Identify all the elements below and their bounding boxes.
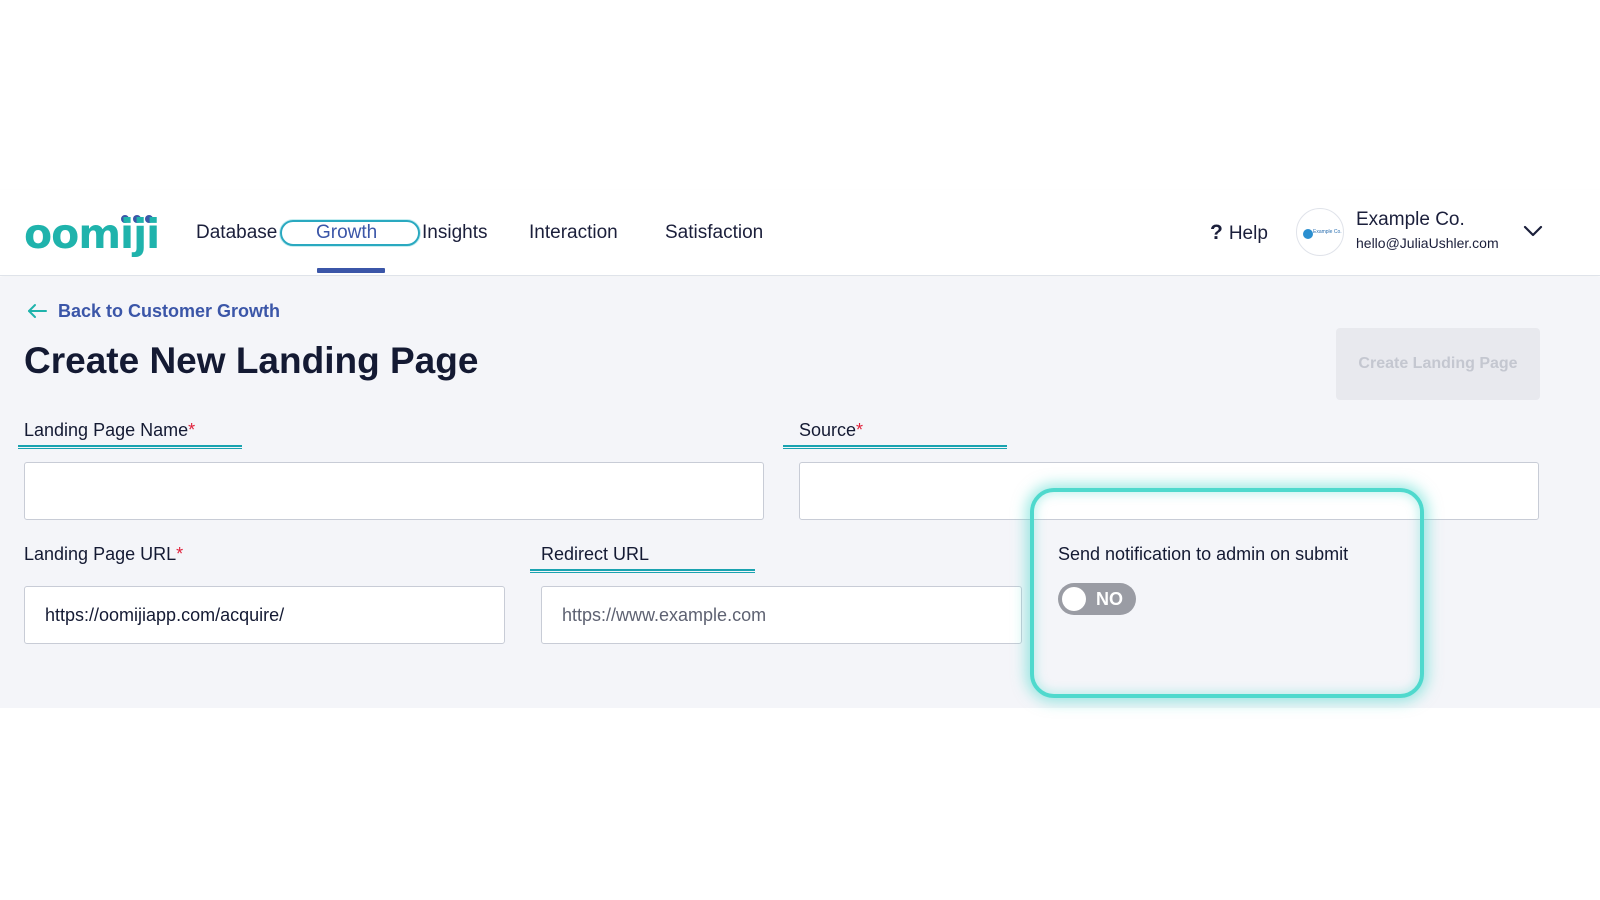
required-mark: * bbox=[856, 420, 864, 440]
chevron-down-icon[interactable] bbox=[1522, 220, 1544, 242]
landing-page-url-input[interactable] bbox=[24, 586, 505, 644]
label-underline-highlight bbox=[18, 445, 242, 449]
help-link[interactable]: ? Help bbox=[1210, 218, 1268, 248]
required-mark: * bbox=[188, 420, 196, 440]
arrow-left-icon bbox=[28, 304, 47, 318]
required-mark: * bbox=[176, 544, 184, 564]
send-notification-toggle[interactable]: NO bbox=[1058, 583, 1136, 615]
redirect-url-input[interactable] bbox=[541, 586, 1022, 644]
question-mark-icon: ? bbox=[1210, 221, 1223, 244]
account-name: Example Co. bbox=[1356, 209, 1465, 230]
nav-item-database[interactable]: Database bbox=[196, 219, 277, 247]
landing-page-name-label: Landing Page Name* bbox=[24, 418, 195, 442]
account-info[interactable]: Example Co. hello@JuliaUshler.com bbox=[1356, 208, 1499, 254]
avatar-text: Example Co. bbox=[1313, 229, 1342, 235]
nav-item-insights[interactable]: Insights bbox=[422, 219, 487, 247]
page-title: Create New Landing Page bbox=[24, 337, 478, 385]
source-label-text: Source bbox=[799, 420, 857, 440]
nav-item-interaction[interactable]: Interaction bbox=[529, 219, 618, 247]
landing-page-name-label-text: Landing Page Name bbox=[24, 420, 189, 440]
redirect-url-label: Redirect URL bbox=[541, 544, 650, 564]
toggle-state-text: NO bbox=[1096, 589, 1123, 609]
company-logo-icon bbox=[1303, 229, 1313, 239]
landing-page-url-label: Landing Page URL* bbox=[24, 542, 183, 566]
landing-page-url-label-text: Landing Page URL bbox=[24, 544, 177, 564]
send-notification-label: Send notification to admin on submit bbox=[1058, 544, 1349, 564]
logo-text: oomiji bbox=[24, 210, 160, 258]
oomiji-logo[interactable]: oomiji bbox=[24, 210, 164, 258]
toggle-knob bbox=[1062, 587, 1086, 611]
back-link-label: Back to Customer Growth bbox=[58, 301, 281, 321]
nav-item-satisfaction[interactable]: Satisfaction bbox=[665, 219, 763, 247]
page-title-prefix: Create New bbox=[24, 340, 226, 381]
help-label: Help bbox=[1228, 223, 1268, 244]
page-content: Back to Customer Growth Create New Landi… bbox=[0, 277, 1600, 708]
nav-item-growth[interactable]: Growth bbox=[316, 219, 377, 247]
page-title-bold: Landing Page bbox=[235, 340, 479, 381]
top-header: oomiji Database Growth Insights Interact… bbox=[0, 190, 1600, 276]
label-underline-highlight bbox=[783, 445, 1007, 449]
source-label: Source* bbox=[799, 418, 863, 442]
create-landing-page-button[interactable]: Create Landing Page bbox=[1336, 328, 1540, 400]
label-underline-highlight bbox=[530, 569, 755, 573]
landing-page-name-input[interactable] bbox=[24, 462, 764, 520]
back-to-customer-growth-link[interactable]: Back to Customer Growth bbox=[26, 299, 280, 323]
account-email: hello@JuliaUshler.com bbox=[1356, 235, 1499, 251]
nav-active-indicator bbox=[317, 268, 385, 273]
account-avatar[interactable]: Example Co. bbox=[1296, 208, 1344, 256]
